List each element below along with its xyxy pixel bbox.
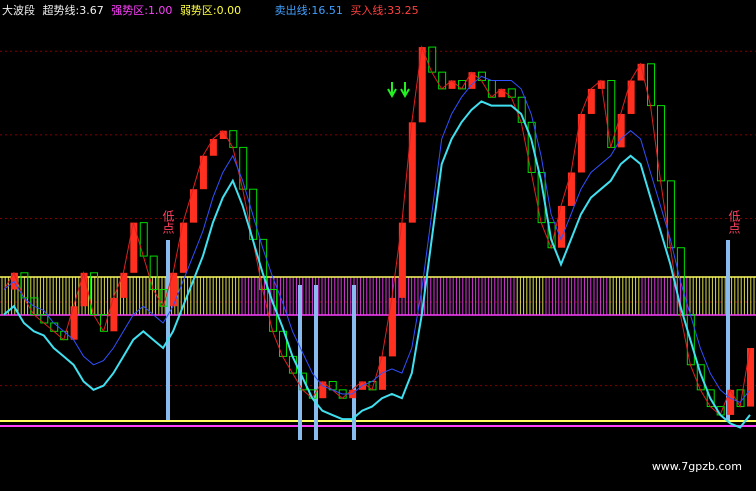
legend-item-sell-value: 16.51 — [311, 4, 343, 17]
legend-item-trend-label: 超势线: — [42, 4, 80, 17]
low-point-label: 低点 — [161, 210, 175, 234]
legend-item-sell-label: 卖出线: — [274, 4, 312, 17]
legend-item-buy-value: 33.25 — [387, 4, 419, 17]
signal-bar — [314, 285, 318, 440]
signal-bar — [166, 240, 170, 420]
legend-item-weak-value: 0.00 — [216, 4, 242, 17]
legend-title: 大波段 — [2, 4, 35, 17]
low-point-label: 低点 — [727, 210, 741, 234]
chart-legend: 大波段 超势线:3.67 强势区:1.00 弱势区:0.00 卖出线:16.51… — [2, 3, 423, 19]
indicator-chart[interactable]: 低点 低点 — [0, 0, 756, 487]
legend-item-weak-label: 弱势区: — [179, 4, 217, 17]
legend-item-strong-label: 强势区: — [111, 4, 148, 17]
signal-bar — [298, 285, 302, 440]
legend-item-strong-value: 1.00 — [147, 4, 173, 17]
legend-item-trend-value: 3.67 — [79, 4, 104, 17]
watermark-text: www.7gpzb.com — [651, 460, 742, 473]
chart-canvas: 低点 低点 — [0, 0, 756, 487]
legend-item-buy-label: 买入线: — [350, 4, 388, 17]
